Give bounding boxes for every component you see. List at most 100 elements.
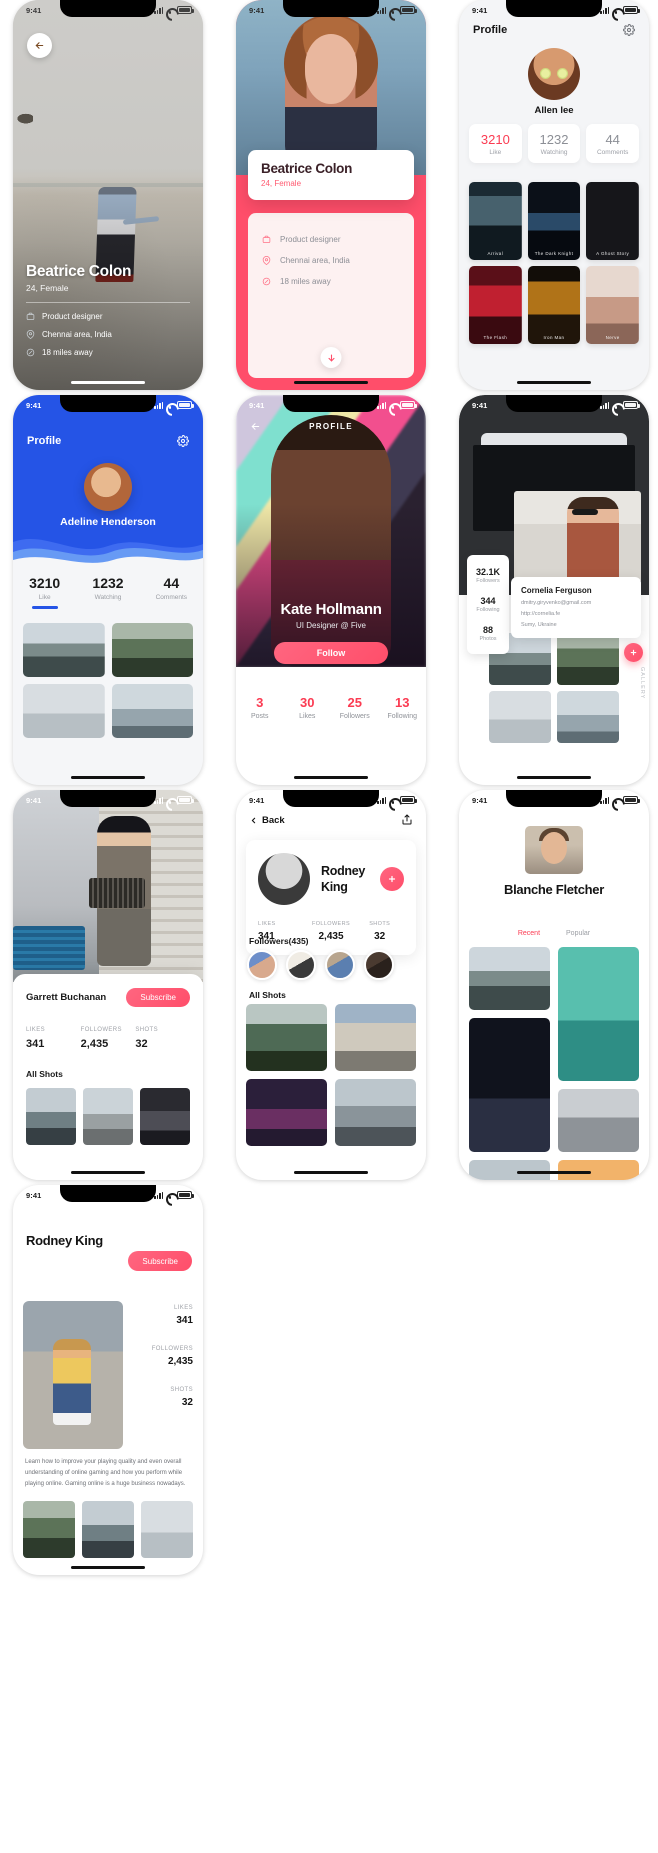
status-time: 9:41: [472, 795, 488, 805]
hero-photo: [23, 1301, 123, 1449]
detail-row: 18 miles away: [26, 348, 190, 357]
shot-item[interactable]: [26, 1088, 76, 1145]
follow-button[interactable]: Follow: [274, 642, 388, 664]
active-underline: [31, 606, 58, 609]
gallery-item[interactable]: [23, 684, 105, 738]
gallery-item[interactable]: [489, 691, 551, 743]
shot-item[interactable]: [23, 1501, 75, 1558]
back-button[interactable]: Back: [249, 815, 285, 826]
gallery-item[interactable]: [111, 623, 193, 677]
battery-icon: [177, 796, 194, 804]
map-pin-icon: [26, 330, 35, 339]
stat-value: 1232: [539, 132, 569, 147]
stat-comments[interactable]: 44 Comments: [140, 575, 203, 609]
stat-watching[interactable]: 1232 Watching: [76, 575, 139, 609]
stat-photos[interactable]: 88 Photos: [467, 619, 509, 648]
battery-icon: [623, 401, 640, 409]
stat-followers[interactable]: 32.1K Followers: [467, 561, 509, 590]
shot-item[interactable]: [335, 1079, 416, 1146]
detail-text: Chennai area, India: [280, 256, 350, 265]
arrow-left-icon[interactable]: [250, 421, 261, 432]
add-button[interactable]: [624, 643, 643, 662]
nav-bar: Back: [249, 814, 413, 826]
follower-avatar[interactable]: [325, 950, 355, 980]
shots-grid: [23, 1501, 193, 1558]
shot-item[interactable]: [335, 1004, 416, 1071]
back-button[interactable]: [27, 33, 52, 58]
arrow-down-icon: [327, 354, 335, 361]
stat-like[interactable]: 3210 Like: [469, 124, 522, 163]
follower-avatar[interactable]: [286, 950, 316, 980]
hero-photo: [236, 0, 426, 175]
gallery-item[interactable]: [558, 1089, 639, 1152]
gallery-item[interactable]: [111, 684, 193, 738]
tab-popular[interactable]: Popular: [566, 930, 590, 937]
shot-item[interactable]: [246, 1004, 327, 1071]
notch: [506, 790, 602, 807]
gear-icon[interactable]: [623, 24, 635, 36]
tab-recent[interactable]: Recent: [518, 930, 540, 937]
stat-watching[interactable]: 1232 Watching: [527, 124, 581, 163]
movie-poster[interactable]: The Dark Knight: [527, 182, 581, 260]
stat-label: Followers: [476, 578, 500, 584]
wifi-icon: [612, 402, 621, 409]
stat-followers: FOLLOWERS 2,435: [81, 1027, 136, 1050]
stat-followers[interactable]: 25 Followers: [331, 695, 379, 720]
stat-posts[interactable]: 3 Posts: [236, 695, 284, 720]
arrow-left-icon: [35, 42, 44, 49]
stat-likes: LIKES 341: [26, 1027, 81, 1050]
stat-label: FOLLOWERS: [80, 1027, 122, 1033]
gallery-item[interactable]: [469, 1018, 550, 1152]
section-title: All Shots: [26, 1069, 63, 1079]
profile-info: Beatrice Colon 24, Female Product design…: [13, 263, 203, 366]
detail-row: Chennai area, India: [262, 256, 400, 265]
screen-profile-card-pink: 9:41 Product designer Chennai area, Indi…: [236, 0, 426, 390]
shot-item[interactable]: [246, 1079, 327, 1146]
gear-icon[interactable]: [177, 435, 189, 447]
stat-like[interactable]: 3210 Like: [13, 575, 76, 609]
shot-item[interactable]: [141, 1501, 193, 1558]
hero-photo: [13, 790, 203, 982]
poster-title: A Ghost Story: [596, 251, 630, 256]
movie-poster[interactable]: The Flash: [469, 266, 522, 344]
follower-avatar[interactable]: [364, 950, 394, 980]
stat-likes[interactable]: 30 Likes: [284, 695, 332, 720]
stat-following[interactable]: 13 Following: [379, 695, 427, 720]
stat-value: 44: [163, 575, 180, 591]
share-icon[interactable]: [401, 814, 413, 826]
notch: [506, 395, 602, 412]
add-friend-button[interactable]: [380, 867, 404, 891]
stat-value: 1232: [92, 575, 124, 591]
gallery-item[interactable]: [558, 947, 639, 1081]
stat-value: 32: [374, 931, 386, 942]
notch: [60, 395, 156, 412]
stat-comments[interactable]: 44 Comments: [586, 124, 640, 163]
stat-following[interactable]: 344 Following: [467, 590, 509, 619]
profile-name: Garrett Buchanan: [26, 992, 107, 1003]
movie-poster[interactable]: Iron Man: [527, 266, 581, 344]
gallery-item[interactable]: [469, 947, 550, 1010]
stat-value: 3: [256, 695, 264, 710]
follower-avatar[interactable]: [247, 950, 277, 980]
followers-title: Followers(435): [249, 936, 309, 946]
shot-item[interactable]: [83, 1088, 133, 1145]
status-icons: [600, 6, 640, 14]
profile-location: Sumy, Ukraine: [521, 622, 557, 628]
stat-shots: SHOTS 32: [135, 1027, 190, 1050]
gallery-item[interactable]: [23, 623, 105, 677]
status-icons: [600, 796, 640, 804]
shot-item[interactable]: [140, 1088, 190, 1145]
subscribe-button[interactable]: Subscribe: [126, 988, 190, 1007]
scroll-down-button[interactable]: [320, 347, 342, 368]
shot-item[interactable]: [82, 1501, 134, 1558]
gallery-item[interactable]: [557, 633, 619, 685]
gallery-item[interactable]: [557, 691, 619, 743]
subscribe-button[interactable]: Subscribe: [128, 1251, 192, 1271]
battery-icon: [623, 6, 640, 14]
poster-title: The Dark Knight: [534, 251, 574, 256]
movie-poster[interactable]: Nerve: [586, 266, 639, 344]
movie-poster[interactable]: A Ghost Story: [586, 182, 639, 260]
status-icons: [377, 796, 417, 804]
briefcase-icon: [26, 312, 35, 320]
movie-poster[interactable]: Arrival: [469, 182, 522, 260]
